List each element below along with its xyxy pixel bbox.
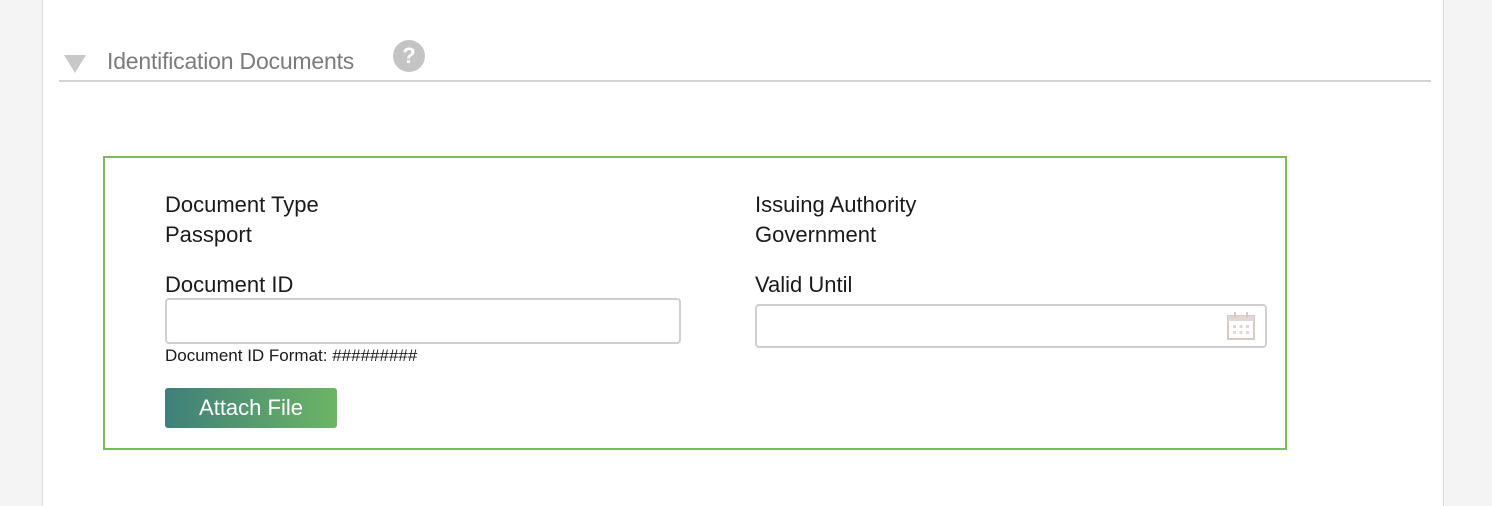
document-type-value: Passport (165, 222, 252, 247)
valid-until-label: Valid Until (755, 272, 853, 297)
valid-until-field (755, 304, 1267, 348)
document-id-input[interactable] (165, 298, 681, 344)
attach-file-button[interactable]: Attach File (165, 388, 337, 428)
document-type-label: Document Type (165, 192, 319, 217)
help-icon[interactable]: ? (393, 40, 425, 72)
calendar-icon[interactable] (1225, 310, 1257, 342)
main-panel: Identification Documents ? Document Type… (42, 0, 1444, 506)
collapse-triangle-icon[interactable] (64, 55, 86, 73)
section-header: Identification Documents ? (59, 34, 1431, 82)
document-id-label: Document ID (165, 272, 294, 297)
issuing-authority-value: Government (755, 222, 877, 247)
issuing-authority-label: Issuing Authority (755, 192, 917, 217)
document-card: Document Type Passport Issuing Authority… (103, 156, 1287, 450)
document-id-format-hint: Document ID Format: ######### (165, 346, 418, 365)
section-title: Identification Documents (107, 48, 355, 74)
valid-until-input[interactable] (757, 306, 1207, 346)
